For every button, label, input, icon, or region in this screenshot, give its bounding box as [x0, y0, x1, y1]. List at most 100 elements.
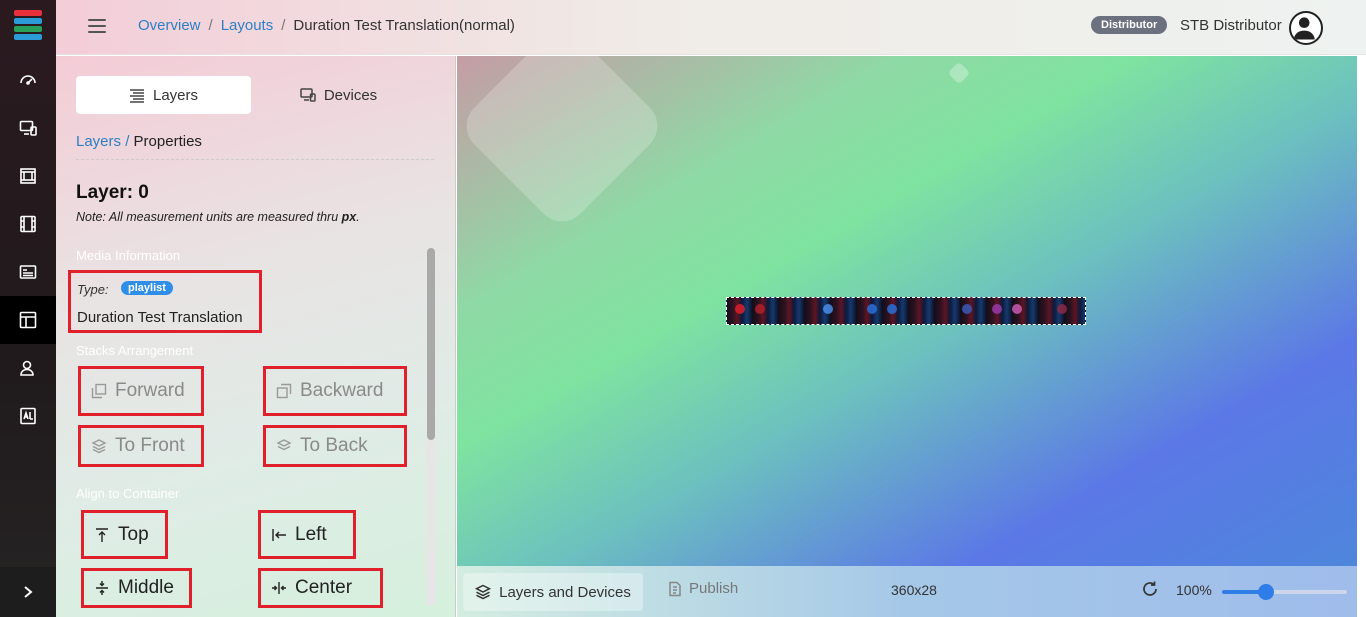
zoom-slider[interactable] — [1222, 584, 1347, 600]
layer-dimensions: 360x28 — [891, 582, 937, 598]
devices-icon — [300, 88, 316, 102]
zoom-slider-handle[interactable] — [1257, 584, 1274, 600]
section-stacks: Stacks Arrangement — [76, 343, 194, 358]
layouts-icon[interactable] — [0, 296, 56, 344]
panel-breadcrumb: Layers / Properties — [76, 133, 202, 150]
bokeh-light — [887, 304, 897, 314]
panel-breadcrumb-separator: / — [125, 133, 130, 150]
layer-0-element[interactable] — [726, 297, 1086, 325]
backward-button[interactable]: Backward — [263, 366, 407, 416]
background-decoration — [457, 56, 669, 233]
publish-button[interactable]: Publish — [667, 580, 738, 597]
properties-scroll-area[interactable]: Media Information Type: playlist Duratio… — [56, 242, 456, 614]
note-suffix: . — [356, 210, 360, 224]
chevron-right-icon — [24, 586, 33, 598]
panel-breadcrumb-layers[interactable]: Layers — [76, 133, 121, 150]
align-center-icon — [272, 582, 286, 594]
panel-breadcrumb-current: Properties — [133, 133, 202, 150]
avatar[interactable] — [1289, 11, 1323, 45]
to-front-button[interactable]: To Front — [78, 425, 204, 467]
refresh-icon — [1143, 581, 1157, 596]
reports-icon[interactable] — [0, 392, 56, 440]
publish-label: Publish — [689, 580, 739, 597]
backward-label: Backward — [300, 380, 384, 401]
section-media-info: Media Information — [76, 248, 181, 263]
expand-sidebar-button[interactable] — [0, 567, 56, 617]
breadcrumb-overview[interactable]: Overview — [138, 17, 201, 34]
note-text: Note: All measurement units are measured… — [76, 210, 342, 224]
layers-icon — [129, 89, 144, 103]
align-left-icon — [272, 528, 286, 541]
users-icon[interactable] — [0, 344, 56, 392]
to-back-button[interactable]: To Back — [263, 425, 407, 467]
align-middle-icon — [96, 581, 108, 595]
align-middle-label: Middle — [118, 577, 174, 598]
align-center-label: Center — [295, 577, 353, 598]
forward-icon — [91, 383, 107, 399]
stack-back-icon — [276, 439, 292, 451]
user-icon — [1293, 17, 1315, 40]
media-type-pill: playlist — [121, 281, 173, 295]
side-nav — [0, 0, 56, 617]
measurement-note: Note: All measurement units are measured… — [76, 210, 360, 224]
bokeh-light — [755, 304, 765, 314]
panel-scrollbar-thumb[interactable] — [427, 248, 435, 440]
align-middle-button[interactable]: Middle — [81, 568, 192, 608]
user-name[interactable]: STB Distributor — [1180, 17, 1282, 34]
dashboard-icon[interactable] — [0, 56, 56, 104]
canvas-toolbar: Layers and Devices Publish 360x28 100% — [457, 566, 1357, 617]
breadcrumb-current: Duration Test Translation(normal) — [293, 17, 515, 34]
layout-canvas[interactable] — [457, 56, 1357, 566]
tab-devices[interactable]: Devices — [251, 76, 426, 114]
tab-layers-label: Layers — [152, 86, 199, 104]
publish-icon — [669, 581, 681, 596]
film-icon[interactable] — [0, 200, 56, 248]
align-top-button[interactable]: Top — [81, 510, 168, 559]
align-center-button[interactable]: Center — [258, 568, 383, 608]
divider — [76, 159, 434, 160]
align-left-label: Left — [295, 523, 327, 545]
layers-icon — [475, 584, 492, 600]
zoom-level: 100% — [1176, 582, 1212, 598]
to-front-label: To Front — [115, 435, 185, 456]
media-type-label: Type: — [77, 282, 109, 297]
bokeh-light — [962, 304, 972, 314]
properties-panel: Layers Devices Layers / Properties Layer… — [56, 56, 456, 617]
devices-icon[interactable] — [0, 104, 56, 152]
bokeh-light — [1057, 304, 1067, 314]
breadcrumb: Overview / Layouts / Duration Test Trans… — [138, 17, 515, 34]
backward-icon — [276, 383, 292, 399]
layers-and-devices-button[interactable]: Layers and Devices — [463, 573, 643, 611]
to-back-label: To Back — [300, 435, 368, 456]
bokeh-light — [867, 304, 877, 314]
role-badge: Distributor — [1091, 16, 1168, 34]
note-unit: px — [341, 210, 357, 224]
tab-layers[interactable]: Layers — [76, 76, 251, 114]
top-bar: Overview / Layouts / Duration Test Trans… — [56, 0, 1366, 55]
media-name: Duration Test Translation — [77, 309, 243, 326]
forward-label: Forward — [115, 380, 185, 401]
section-align: Align to Container — [76, 486, 180, 501]
panel-scrollbar[interactable] — [426, 246, 436, 606]
bokeh-light — [1012, 304, 1022, 314]
breadcrumb-layouts[interactable]: Layouts — [221, 17, 274, 34]
forward-button[interactable]: Forward — [78, 366, 204, 416]
bokeh-light — [735, 304, 745, 314]
bokeh-light — [823, 304, 833, 314]
align-top-icon — [96, 527, 108, 542]
breadcrumb-separator: / — [281, 17, 286, 34]
tab-devices-label: Devices — [323, 86, 378, 104]
menu-icon[interactable] — [88, 19, 106, 33]
align-top-label: Top — [118, 523, 149, 545]
app-logo[interactable] — [14, 10, 42, 44]
background-decoration-dot — [947, 61, 971, 85]
align-left-button[interactable]: Left — [258, 510, 356, 559]
stack-front-icon — [91, 439, 107, 454]
breadcrumb-separator: / — [208, 17, 213, 34]
layers-and-devices-label: Layers and Devices — [499, 583, 631, 601]
reset-zoom-button[interactable] — [1141, 580, 1159, 598]
layer-title: Layer: 0 — [76, 182, 149, 203]
media-icon[interactable] — [0, 152, 56, 200]
playlist-icon[interactable] — [0, 248, 56, 296]
panel-tabs: Layers Devices — [76, 76, 431, 114]
